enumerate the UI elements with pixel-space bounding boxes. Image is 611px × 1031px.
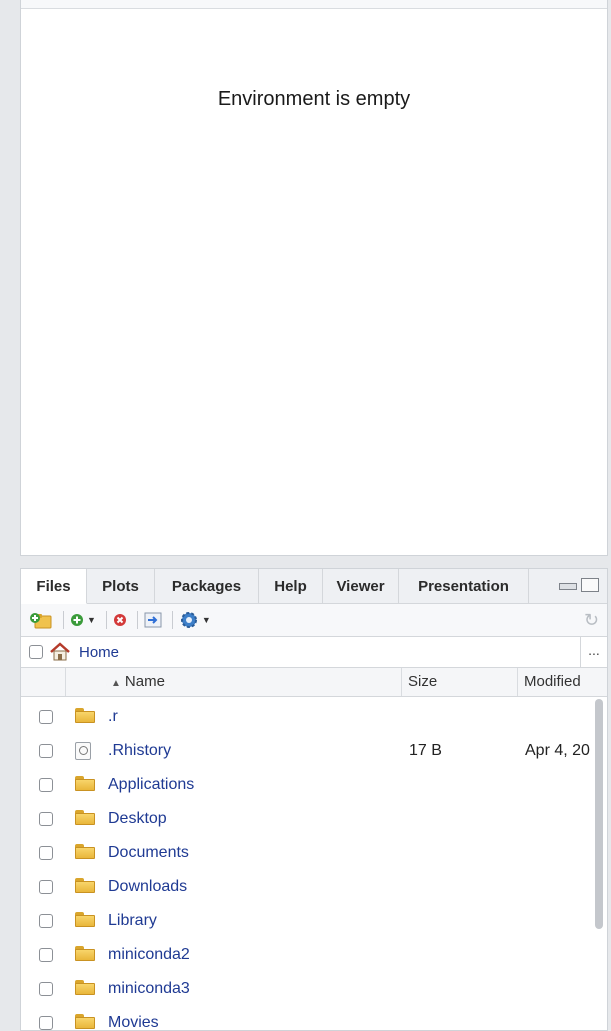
toolbar-separator: [171, 611, 173, 629]
more-settings-button[interactable]: ▼: [179, 609, 211, 631]
add-file-button[interactable]: ▼: [70, 609, 96, 631]
rename-icon: [144, 612, 162, 628]
column-header-name[interactable]: ▲ Name: [111, 673, 165, 690]
file-name-link[interactable]: miniconda2: [108, 946, 190, 964]
add-file-icon: [71, 614, 83, 626]
file-name-link[interactable]: Movies: [108, 1014, 159, 1030]
environment-pane: Environment is empty: [20, 0, 608, 556]
row-checkbox[interactable]: [39, 982, 53, 996]
table-row[interactable]: Applications: [21, 769, 607, 803]
gear-icon: [180, 612, 197, 628]
delete-button[interactable]: [113, 609, 127, 631]
table-row[interactable]: miniconda2: [21, 939, 607, 973]
folder-icon: [75, 844, 95, 859]
table-row[interactable]: Movies: [21, 1007, 607, 1030]
select-all-checkbox[interactable]: [29, 645, 43, 659]
column-header-modified[interactable]: Modified: [517, 668, 581, 696]
row-checkbox[interactable]: [39, 710, 53, 724]
row-checkbox[interactable]: [39, 812, 53, 826]
environment-toolbar-strip: [21, 0, 607, 9]
history-file-icon: [75, 742, 91, 760]
table-row[interactable]: Downloads: [21, 871, 607, 905]
folder-icon: [75, 980, 95, 995]
table-row[interactable]: .r: [21, 701, 607, 735]
file-name-link[interactable]: Library: [108, 912, 157, 930]
new-folder-button[interactable]: [29, 609, 53, 631]
minimize-pane-button[interactable]: [559, 583, 577, 590]
environment-empty-message: Environment is empty: [217, 88, 411, 110]
folder-icon: [75, 776, 95, 791]
toolbar-separator: [136, 611, 138, 629]
toolbar-separator: [63, 611, 64, 629]
row-checkbox[interactable]: [39, 914, 53, 928]
file-list: .r .Rhistory 17 B Apr 4, 20 Applications…: [21, 697, 607, 1030]
table-row[interactable]: .Rhistory 17 B Apr 4, 20: [21, 735, 607, 769]
tab-plots[interactable]: Plots: [87, 569, 155, 603]
file-name-link[interactable]: .r: [108, 708, 118, 726]
folder-icon: [75, 708, 95, 723]
table-row[interactable]: Library: [21, 905, 607, 939]
delete-icon: [113, 614, 126, 626]
new-folder-icon: [30, 613, 52, 629]
rename-button[interactable]: [144, 609, 162, 631]
table-row[interactable]: Desktop: [21, 803, 607, 837]
folder-icon: [75, 946, 95, 961]
file-name-link[interactable]: Desktop: [108, 810, 167, 828]
folder-icon: [75, 1014, 95, 1029]
file-name-link[interactable]: Documents: [108, 844, 189, 862]
tab-files[interactable]: Files: [21, 569, 87, 604]
refresh-icon[interactable]: ↻: [584, 610, 599, 631]
header-check-column: [21, 668, 66, 696]
chevron-down-icon: ▼: [87, 615, 96, 625]
files-pane: Files Plots Packages Help Viewer Present…: [20, 568, 608, 1031]
file-list-header: ▲ Name Size Modified: [21, 668, 607, 697]
file-name-link[interactable]: .Rhistory: [108, 742, 171, 760]
row-checkbox[interactable]: [39, 1016, 53, 1030]
files-toolbar: ▼ ▼ ↻: [21, 604, 607, 637]
file-name-link[interactable]: Downloads: [108, 878, 187, 896]
maximize-pane-button[interactable]: [581, 578, 599, 592]
toolbar-separator: [105, 611, 107, 629]
tab-presentation[interactable]: Presentation: [399, 569, 529, 603]
file-list-scrollbar[interactable]: [595, 699, 603, 929]
row-checkbox[interactable]: [39, 778, 53, 792]
row-checkbox[interactable]: [39, 880, 53, 894]
folder-icon: [75, 878, 95, 893]
table-row[interactable]: miniconda3: [21, 973, 607, 1007]
sort-ascending-icon: ▲: [111, 678, 121, 689]
breadcrumb: Home ...: [21, 637, 607, 668]
folder-icon: [75, 912, 95, 927]
home-icon[interactable]: [49, 642, 71, 662]
file-modified: Apr 4, 20: [525, 742, 590, 759]
breadcrumb-home-link[interactable]: Home: [79, 644, 119, 661]
file-name-link[interactable]: Applications: [108, 776, 194, 794]
row-checkbox[interactable]: [39, 744, 53, 758]
column-header-size[interactable]: Size: [401, 668, 518, 696]
row-checkbox[interactable]: [39, 846, 53, 860]
table-row[interactable]: Documents: [21, 837, 607, 871]
file-size: 17 B: [409, 742, 442, 759]
tab-viewer[interactable]: Viewer: [323, 569, 399, 603]
row-checkbox[interactable]: [39, 948, 53, 962]
tab-help[interactable]: Help: [259, 569, 323, 603]
file-name-link[interactable]: miniconda3: [108, 980, 190, 998]
chevron-down-icon: ▼: [201, 615, 211, 625]
tab-packages[interactable]: Packages: [155, 569, 259, 603]
go-to-directory-button[interactable]: ...: [580, 637, 607, 667]
files-pane-tabbar: Files Plots Packages Help Viewer Present…: [21, 569, 607, 604]
folder-icon: [75, 810, 95, 825]
